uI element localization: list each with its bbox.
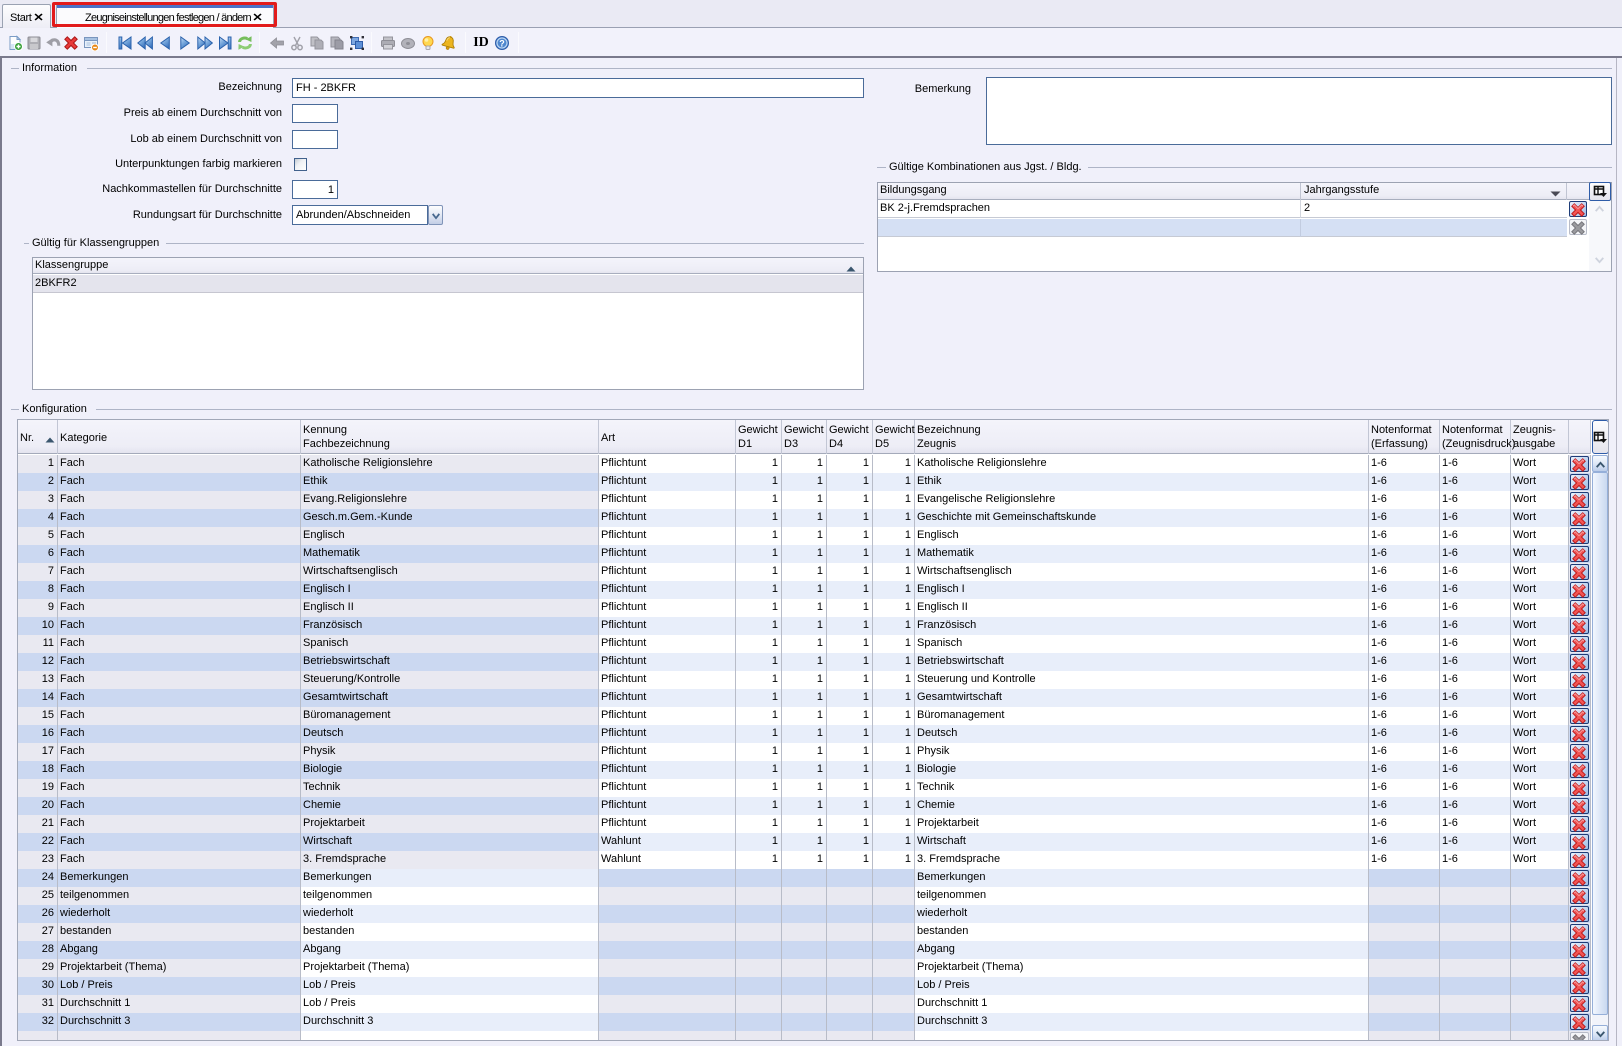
svg-text:?: ? (499, 39, 505, 49)
